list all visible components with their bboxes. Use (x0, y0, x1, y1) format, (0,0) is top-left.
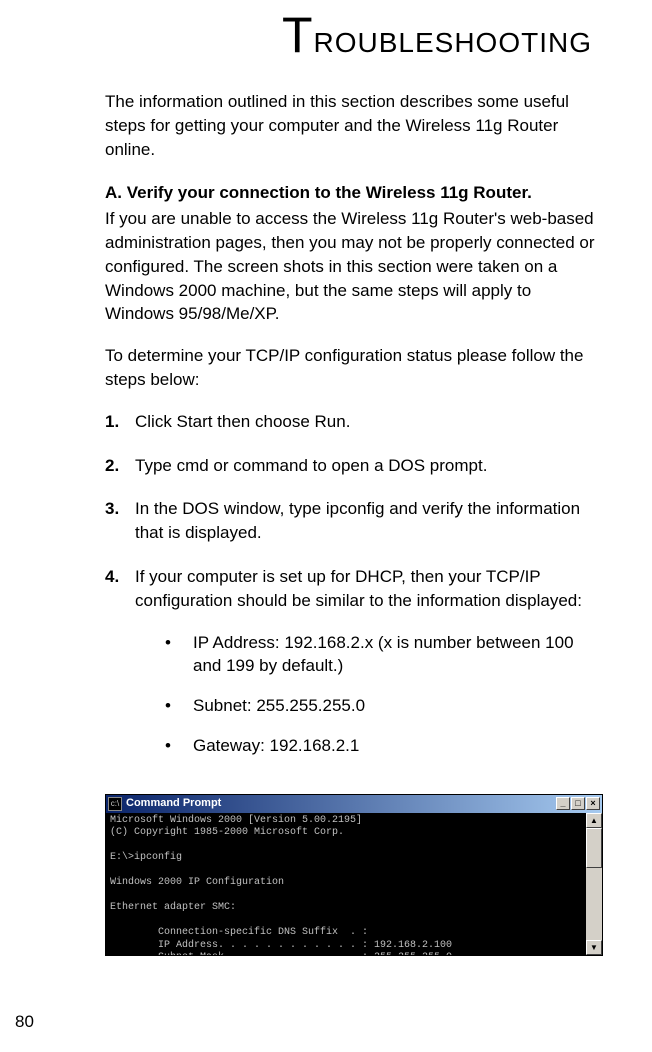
bullet-item: • IP Address: 192.168.2.x (x is number b… (135, 631, 602, 679)
title-rest: ROUBLESHOOTING (314, 27, 592, 58)
close-button[interactable]: × (586, 797, 600, 810)
step-text: If your computer is set up for DHCP, the… (135, 565, 602, 774)
section-a-heading: A. Verify your connection to the Wireles… (105, 181, 602, 205)
page-title: TROUBLESHOOTING (105, 0, 592, 70)
bullet-text: Subnet: 255.255.255.0 (193, 694, 602, 718)
scroll-thumb[interactable] (586, 828, 602, 868)
maximize-button[interactable]: □ (571, 797, 585, 810)
list-item: 1. Click Start then choose Run. (105, 410, 602, 434)
minimize-button[interactable]: _ (556, 797, 570, 810)
bullet-text: Gateway: 192.168.2.1 (193, 734, 602, 758)
bullet-marker: • (165, 734, 193, 758)
list-item: 3. In the DOS window, type ipconfig and … (105, 497, 602, 545)
cmd-icon: c:\ (108, 797, 122, 811)
bullet-item: • Subnet: 255.255.255.0 (135, 694, 602, 718)
window-buttons: _ □ × (556, 797, 600, 810)
step-text: In the DOS window, type ipconfig and ver… (135, 497, 602, 545)
scroll-track[interactable] (586, 828, 602, 940)
step-text: Click Start then choose Run. (135, 410, 602, 434)
intro-paragraph: The information outlined in this section… (105, 90, 602, 161)
steps-intro: To determine your TCP/IP configuration s… (105, 344, 602, 392)
step-text: Type cmd or command to open a DOS prompt… (135, 454, 602, 478)
section-a-body: If you are unable to access the Wireless… (105, 207, 602, 326)
steps-list: 1. Click Start then choose Run. 2. Type … (105, 410, 602, 774)
list-item: 4. If your computer is set up for DHCP, … (105, 565, 602, 774)
step-number: 4. (105, 565, 135, 774)
cmd-titlebar: c:\ Command Prompt _ □ × (106, 795, 602, 813)
scroll-up-button[interactable]: ▲ (586, 813, 602, 828)
list-item: 2. Type cmd or command to open a DOS pro… (105, 454, 602, 478)
scroll-down-button[interactable]: ▼ (586, 940, 602, 955)
step-4-text: If your computer is set up for DHCP, the… (135, 567, 582, 610)
step-number: 2. (105, 454, 135, 478)
command-prompt-window: c:\ Command Prompt _ □ × Microsoft Windo… (105, 794, 603, 956)
step-number: 3. (105, 497, 135, 545)
cmd-output: Microsoft Windows 2000 [Version 5.00.219… (106, 813, 586, 955)
bullet-marker: • (165, 631, 193, 679)
bullet-text: IP Address: 192.168.2.x (x is number bet… (193, 631, 602, 679)
scrollbar[interactable]: ▲ ▼ (586, 813, 602, 955)
bullet-item: • Gateway: 192.168.2.1 (135, 734, 602, 758)
page-number: 80 (15, 1010, 34, 1034)
bullet-list: • IP Address: 192.168.2.x (x is number b… (135, 631, 602, 758)
title-dropcap: T (282, 7, 314, 63)
cmd-window-title: Command Prompt (126, 796, 556, 811)
bullet-marker: • (165, 694, 193, 718)
step-number: 1. (105, 410, 135, 434)
